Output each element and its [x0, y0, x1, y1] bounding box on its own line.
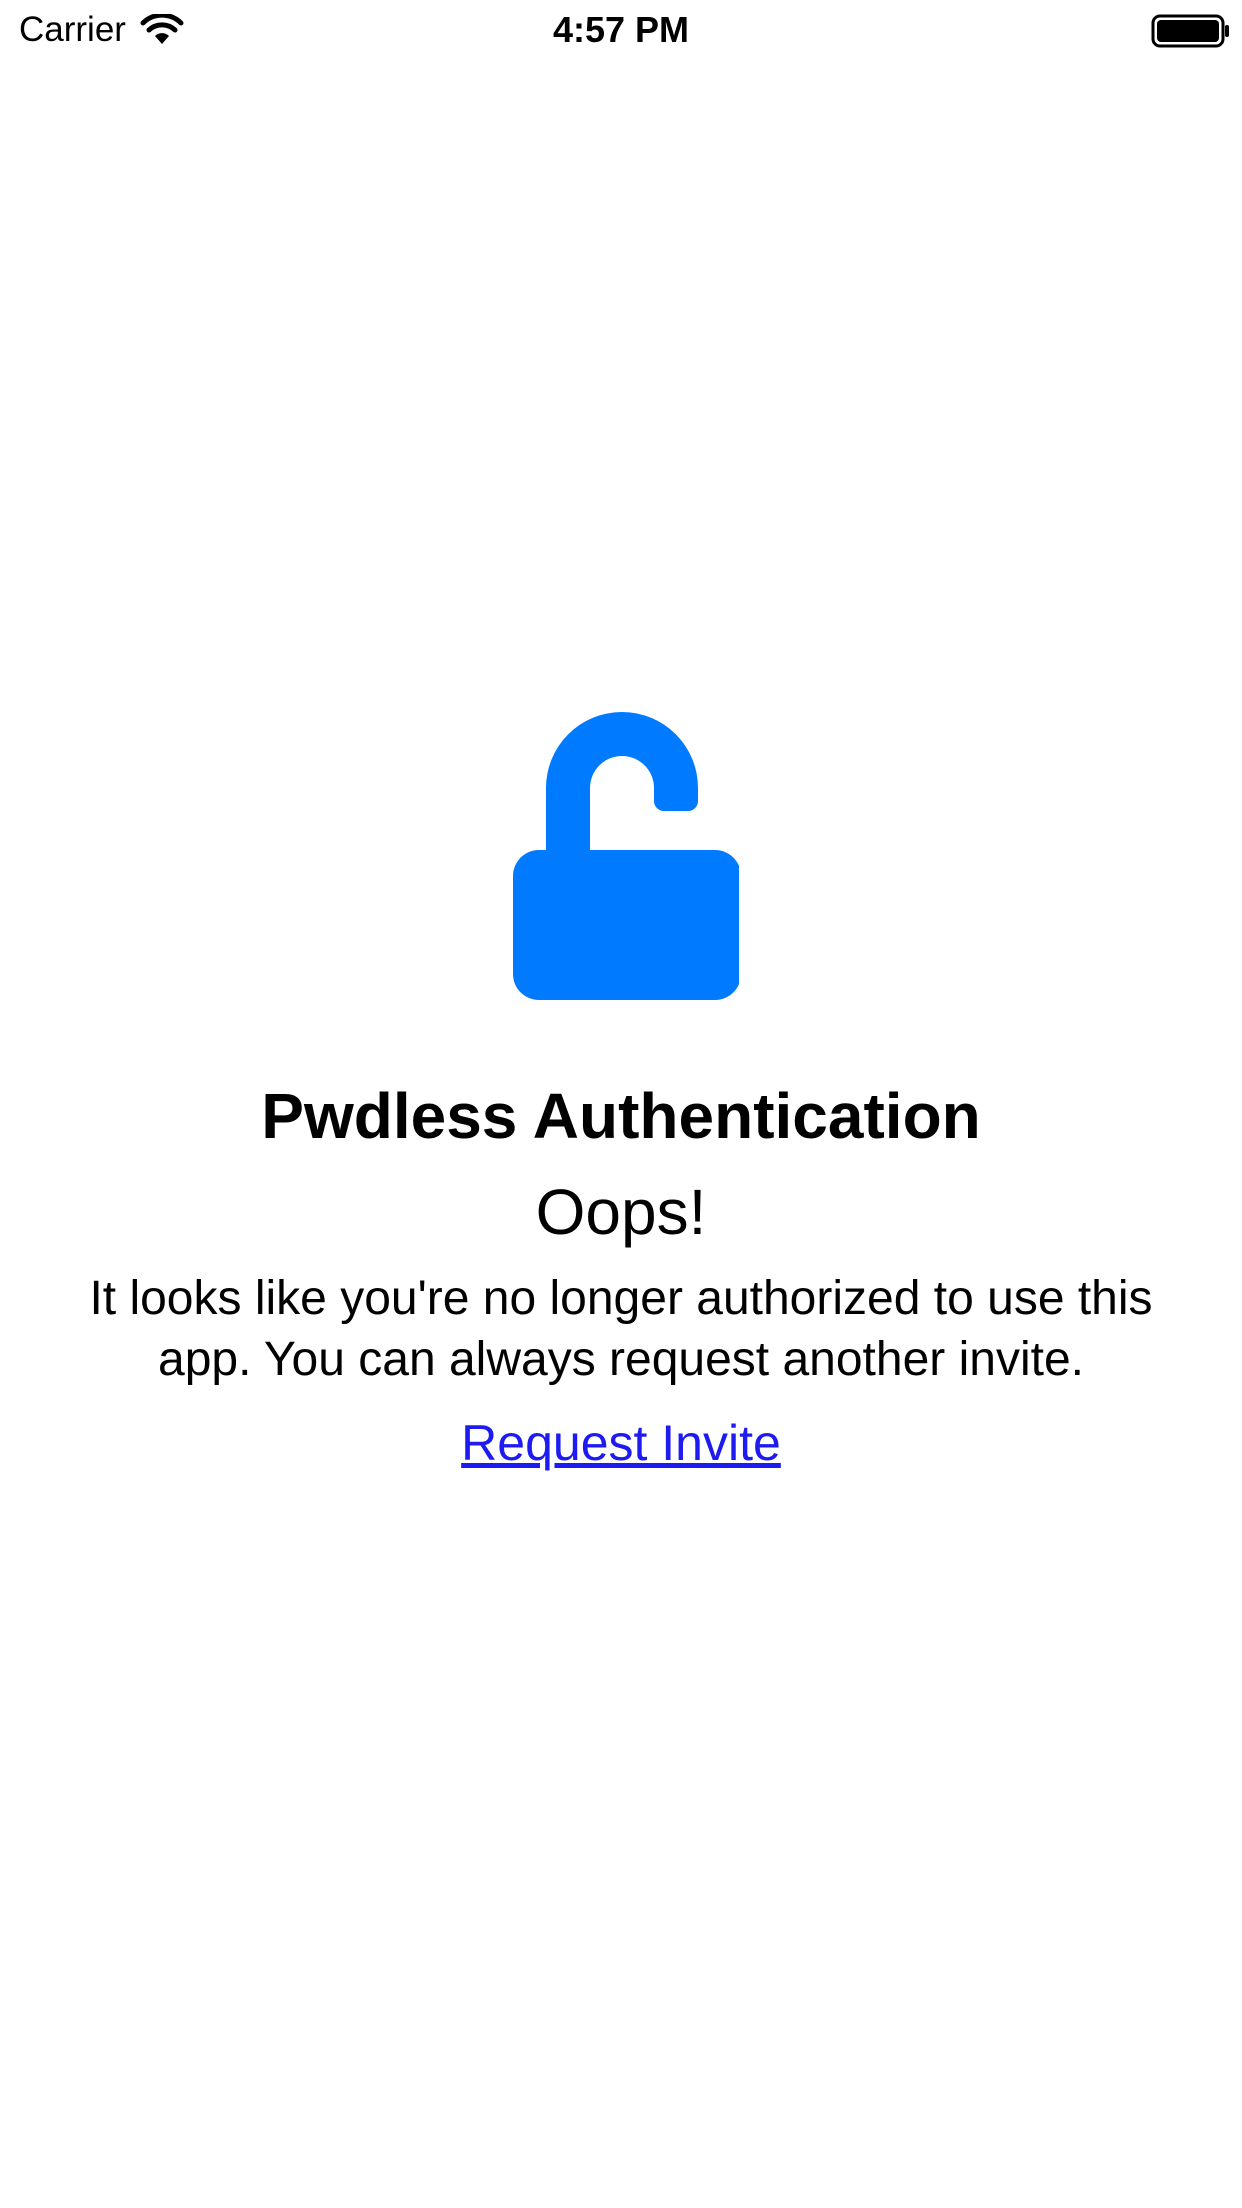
- request-invite-link[interactable]: Request Invite: [461, 1408, 781, 1478]
- main-content: Pwdless Authentication Oops! It looks li…: [0, 700, 1242, 1478]
- unlocked-padlock-icon: [513, 712, 739, 1000]
- error-heading: Oops!: [535, 1176, 707, 1248]
- status-time: 4:57 PM: [552, 9, 690, 50]
- battery-full-icon: [1151, 14, 1229, 48]
- error-message: It looks like you're no longer authorize…: [89, 1272, 1153, 1386]
- status-bar: Carrier 4:57 PM: [0, 0, 1242, 60]
- app-title: Pwdless Authentication: [261, 1080, 981, 1152]
